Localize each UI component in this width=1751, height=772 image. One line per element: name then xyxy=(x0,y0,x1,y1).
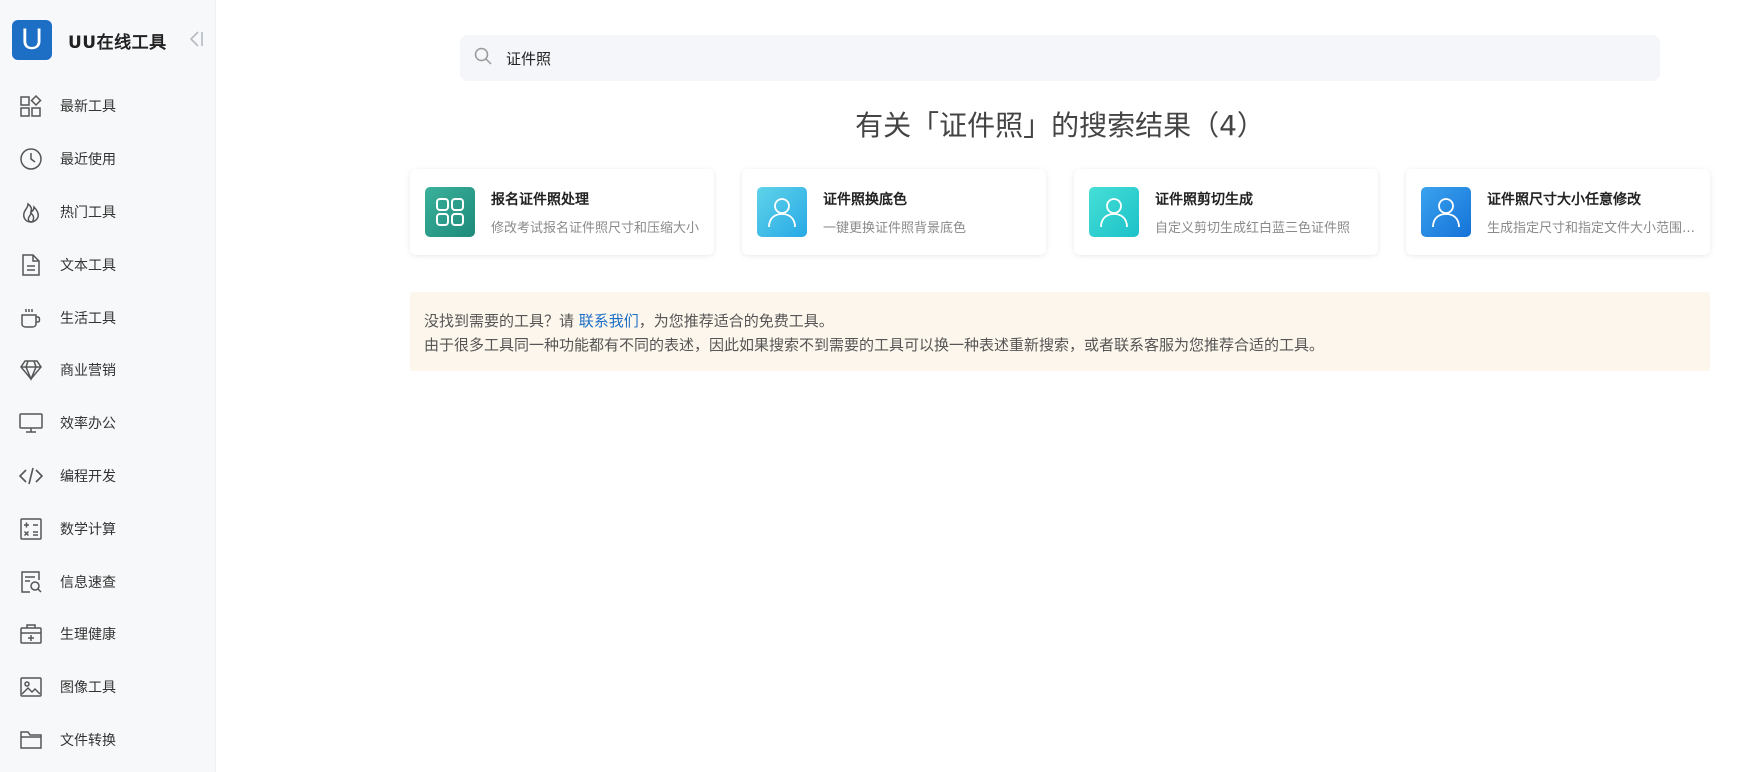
sidebar-item-image-tools[interactable]: 图像工具 xyxy=(0,661,215,714)
card-desc: 修改考试报名证件照尺寸和压缩大小 xyxy=(491,220,700,236)
sidebar-item-label: 最新工具 xyxy=(60,99,116,116)
brand[interactable]: U UU在线工具 xyxy=(0,0,215,80)
sidebar-item-label: 最近使用 xyxy=(60,152,116,169)
sidebar-item-marketing[interactable]: 商业营销 xyxy=(0,344,215,397)
sidebar-item-office[interactable]: 效率办公 xyxy=(0,397,215,450)
card-desc: 一键更换证件照背景底色 xyxy=(823,220,967,236)
search-doc-icon xyxy=(18,569,44,595)
document-icon xyxy=(18,252,44,278)
result-card[interactable]: 报名证件照处理 修改考试报名证件照尺寸和压缩大小 xyxy=(410,169,714,255)
notice-suffix: ，为您推荐适合的免费工具。 xyxy=(638,312,834,330)
sidebar-item-label: 生活工具 xyxy=(60,310,116,327)
sidebar-item-label: 效率办公 xyxy=(60,416,116,433)
monitor-icon xyxy=(18,410,44,436)
notice-line-1: 没找到需要的工具？请 联系我们，为您推荐适合的免费工具。 xyxy=(424,309,1696,333)
brand-name: UU在线工具 xyxy=(68,32,167,53)
sidebar-item-math[interactable]: 数学计算 xyxy=(0,502,215,555)
result-card[interactable]: 证件照换底色 一键更换证件照背景底色 xyxy=(742,169,1046,255)
search-input[interactable] xyxy=(506,49,1606,67)
sidebar-item-text-tools[interactable]: 文本工具 xyxy=(0,238,215,291)
search-icon[interactable] xyxy=(474,47,492,69)
sidebar-item-label: 热门工具 xyxy=(60,204,116,221)
flame-icon xyxy=(18,199,44,225)
person-icon xyxy=(1421,187,1471,237)
sidebar-item-label: 数学计算 xyxy=(60,521,116,538)
calculator-icon xyxy=(18,516,44,542)
sidebar-item-health[interactable]: 生理健康 xyxy=(0,608,215,661)
apps-grid-icon xyxy=(425,187,475,237)
search-bar xyxy=(460,35,1660,81)
sidebar-item-dev[interactable]: 编程开发 xyxy=(0,450,215,503)
card-title: 证件照剪切生成 xyxy=(1155,191,1253,208)
card-desc: 生成指定尺寸和指定文件大小范围的证件照 xyxy=(1487,220,1702,236)
sidebar-item-label: 文本工具 xyxy=(60,257,116,274)
logo: U xyxy=(12,20,52,60)
results-grid: 报名证件照处理 修改考试报名证件照尺寸和压缩大小 证件照换底色 一键更换证件照背… xyxy=(410,169,1710,255)
medical-kit-icon xyxy=(18,621,44,647)
result-card[interactable]: 证件照尺寸大小任意修改 生成指定尺寸和指定文件大小范围的证件照 xyxy=(1406,169,1710,255)
sidebar-item-recent[interactable]: 最近使用 xyxy=(0,133,215,186)
notice-prefix: 没找到需要的工具？请 xyxy=(424,312,579,330)
not-found-notice: 没找到需要的工具？请 联系我们，为您推荐适合的免费工具。 由于很多工具同一种功能… xyxy=(410,292,1710,371)
card-title: 报名证件照处理 xyxy=(491,191,589,208)
sidebar-item-life-tools[interactable]: 生活工具 xyxy=(0,291,215,344)
card-title: 证件照换底色 xyxy=(823,191,907,208)
diamond-icon xyxy=(18,357,44,383)
card-title: 证件照尺寸大小任意修改 xyxy=(1487,191,1641,208)
folder-icon xyxy=(18,727,44,753)
sidebar-item-label: 编程开发 xyxy=(60,468,116,485)
sidebar-item-label: 文件转换 xyxy=(60,732,116,749)
cup-icon xyxy=(18,305,44,331)
sidebar-item-label: 生理健康 xyxy=(60,627,116,644)
sidebar-item-label: 信息速查 xyxy=(60,574,116,591)
image-icon xyxy=(18,674,44,700)
sidebar-item-label: 商业营销 xyxy=(60,363,116,380)
grid-shapes-icon xyxy=(18,93,44,119)
sidebar-item-hot-tools[interactable]: 热门工具 xyxy=(0,186,215,239)
code-icon xyxy=(18,463,44,489)
person-icon xyxy=(1089,187,1139,237)
result-card[interactable]: 证件照剪切生成 自定义剪切生成红白蓝三色证件照 xyxy=(1074,169,1378,255)
notice-line-2: 由于很多工具同一种功能都有不同的表述，因此如果搜索不到需要的工具可以换一种表述重… xyxy=(424,336,1325,354)
sidebar: U UU在线工具 最新工具 最近使用 热门工具 文本工具 生活工具 商业营销 效… xyxy=(0,0,216,772)
results-title: 有关「证件照」的搜索结果（4） xyxy=(855,109,1265,142)
sidebar-item-info-lookup[interactable]: 信息速查 xyxy=(0,555,215,608)
sidebar-item-file-convert[interactable]: 文件转换 xyxy=(0,714,215,767)
sidebar-item-label: 图像工具 xyxy=(60,680,116,697)
sidebar-item-latest-tools[interactable]: 最新工具 xyxy=(0,80,215,133)
person-icon xyxy=(757,187,807,237)
card-desc: 自定义剪切生成红白蓝三色证件照 xyxy=(1155,220,1351,236)
collapse-sidebar-icon[interactable] xyxy=(185,28,207,50)
clock-icon xyxy=(18,146,44,172)
sidebar-nav: 最新工具 最近使用 热门工具 文本工具 生活工具 商业营销 效率办公 编程开发 … xyxy=(0,80,215,766)
contact-us-link[interactable]: 联系我们 xyxy=(579,312,639,330)
